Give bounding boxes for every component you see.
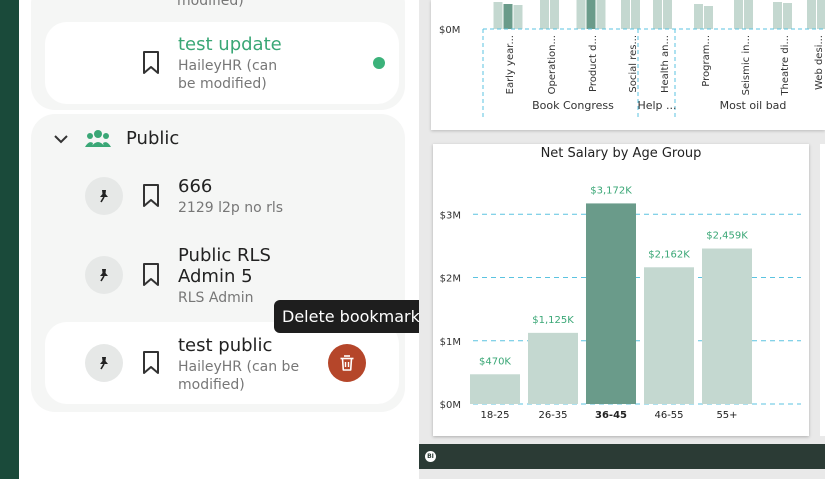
x-tick-label: 46-55 <box>654 410 683 421</box>
bookmark-icon[interactable] <box>141 350 161 376</box>
top-bar[interactable] <box>773 2 782 29</box>
top-bar[interactable] <box>621 0 630 29</box>
y-tick-label: $2M <box>440 274 461 285</box>
top-bar[interactable] <box>817 0 825 29</box>
bookmark-title-666[interactable]: 666 <box>178 176 212 197</box>
pin-button[interactable] <box>85 344 123 382</box>
top-chart-category-labels: Early year... Operation... Product d... Soc… <box>505 35 825 97</box>
top-bar[interactable] <box>663 0 672 29</box>
delete-bookmark-button[interactable] <box>328 344 366 382</box>
data-label: $3,172K <box>590 185 632 196</box>
top-bar[interactable] <box>783 3 792 29</box>
top-bar[interactable] <box>586 0 596 29</box>
net-salary-chart-svg: $0M $1M $2M $3M $470K 18-25 $1,125K 26-35 $3,172… <box>440 185 801 421</box>
data-label: $470K <box>479 356 511 367</box>
top-bar[interactable] <box>503 4 513 29</box>
bookmarks-panel: modified) test update HaileyHR (can be m… <box>19 0 419 479</box>
y-tick-label: $3M <box>440 210 461 221</box>
bar[interactable] <box>470 374 520 404</box>
top-x-label: Health an... <box>660 35 671 93</box>
top-x-label: Theatre di... <box>780 35 791 97</box>
app-nav-strip <box>0 0 19 479</box>
top-bar[interactable] <box>493 2 503 29</box>
top-bar[interactable] <box>576 0 586 29</box>
active-status-dot <box>373 57 385 69</box>
top-x-label: Early year... <box>505 35 516 94</box>
bookmark-title-public-rls-line2[interactable]: Admin 5 <box>178 266 253 287</box>
x-tick-label: 55+ <box>716 410 737 421</box>
top-bar[interactable] <box>734 0 743 29</box>
top-bar-chart[interactable]: $0M Early year... Operation... Product d..… <box>431 0 825 130</box>
top-chart-bars <box>493 0 825 29</box>
bookmark-icon[interactable] <box>141 50 161 76</box>
report-footer-bar: BI <box>419 444 825 469</box>
bookmark-title: test update <box>178 34 282 55</box>
bookmark-subtitle: RLS Admin <box>178 290 254 306</box>
top-x-label: Program... <box>701 35 712 87</box>
top-chart-group-label: Most oil bad <box>720 99 787 112</box>
pin-button[interactable] <box>85 256 123 294</box>
data-label: $2,162K <box>648 249 690 260</box>
bookmark-title-public-rls[interactable]: Public RLS <box>178 245 271 266</box>
top-bar[interactable] <box>596 0 606 29</box>
group-people-icon <box>85 130 111 147</box>
bookmark-subtitle-line2: modified) <box>178 377 245 393</box>
group-label-public: Public <box>126 128 180 149</box>
top-bar[interactable] <box>540 0 549 29</box>
bar[interactable] <box>528 332 578 404</box>
x-tick-label: 36-45 <box>595 410 627 421</box>
x-tick-label: 26-35 <box>538 410 567 421</box>
bar[interactable] <box>702 248 752 404</box>
bookmark-icon[interactable] <box>141 262 161 288</box>
adjacent-visual-edge <box>820 144 825 436</box>
delete-bookmark-tooltip: Delete bookmark <box>274 300 428 333</box>
report-canvas: $0M Early year... Operation... Product d..… <box>419 0 825 479</box>
top-chart-group-label: Book Congress <box>532 99 614 112</box>
top-chart-svg: $0M Early year... Operation... Product d..… <box>439 0 825 118</box>
top-x-label: Operation... <box>547 35 558 94</box>
top-bar[interactable] <box>807 0 816 29</box>
bar[interactable] <box>644 267 694 404</box>
data-label: $2,459K <box>706 231 748 242</box>
pin-icon <box>100 357 108 370</box>
trash-icon <box>340 355 354 371</box>
bookmark-subtitle: 2129 l2p no rls <box>178 200 284 216</box>
pin-icon <box>100 190 108 203</box>
top-x-label: Social res... <box>628 35 639 93</box>
chevron-down-icon[interactable] <box>53 131 69 147</box>
bar[interactable] <box>586 203 636 404</box>
bookmark-subtitle-partial: modified) <box>177 0 244 9</box>
top-bar[interactable] <box>550 0 559 29</box>
data-label: $1,125K <box>532 315 574 326</box>
top-bar[interactable] <box>704 6 713 29</box>
top-x-label: Seismic in... <box>741 35 752 95</box>
top-bar[interactable] <box>744 0 753 29</box>
y-tick-label: $1M <box>440 337 461 348</box>
bookmark-subtitle-line2: be modified) <box>178 76 267 92</box>
pin-icon <box>100 269 108 282</box>
top-bar[interactable] <box>513 5 523 29</box>
bookmark-subtitle: HaileyHR (can <box>178 58 278 74</box>
powerbi-logo-icon: BI <box>425 451 436 462</box>
top-bar[interactable] <box>653 0 662 29</box>
bookmark-icon[interactable] <box>141 183 161 209</box>
bookmark-subtitle: HaileyHR (can be <box>178 359 300 375</box>
bookmark-title-test-public[interactable]: test public <box>178 335 272 356</box>
top-bar[interactable] <box>631 0 640 29</box>
top-chart-y-tick: $0M <box>439 25 460 36</box>
net-salary-chart[interactable]: Net Salary by Age Group $0M $1M $2M $3M $470… <box>433 144 809 436</box>
top-bar[interactable] <box>694 4 703 29</box>
x-tick-label: 18-25 <box>480 410 509 421</box>
y-tick-label: $0M <box>440 400 461 411</box>
pin-button[interactable] <box>85 177 123 215</box>
top-chart-group-label: Help ... <box>637 99 676 112</box>
top-x-label: Web desi... <box>814 35 825 90</box>
top-x-label: Product d... <box>588 35 599 92</box>
